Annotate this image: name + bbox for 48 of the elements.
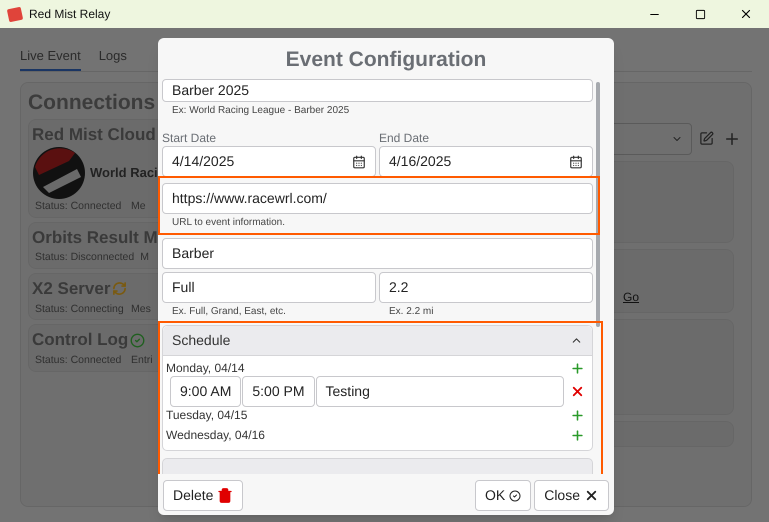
- window-title: Red Mist Relay: [29, 6, 110, 23]
- input-field[interactable]: 4/14/2025: [162, 146, 376, 177]
- check-circle-icon: [130, 332, 146, 348]
- delete-button[interactable]: Delete: [163, 480, 244, 511]
- hint-text: Ex. Full, Grand, East, etc.: [171, 305, 287, 319]
- input-field[interactable]: Barber 2025: [162, 79, 593, 102]
- input-field[interactable]: 5:00 PM: [242, 376, 315, 407]
- scrollbar[interactable]: [596, 82, 600, 327]
- input-field[interactable]: Full: [162, 272, 376, 303]
- app-logo-icon: [6, 6, 24, 22]
- maximize-icon[interactable]: [694, 8, 706, 20]
- edit-icon[interactable]: [698, 131, 714, 146]
- league-logo-icon: [33, 147, 85, 199]
- trash-icon: [217, 487, 234, 504]
- ok-button[interactable]: OK: [474, 480, 532, 511]
- status-text: Status: Disconnected: [35, 250, 134, 266]
- input-field[interactable]: 9:00 AM: [170, 376, 242, 407]
- detail-text: M: [140, 250, 149, 266]
- hint-text: Ex: World Racing League - Barber 2025: [171, 104, 350, 118]
- sync-icon: [112, 281, 128, 296]
- close-button[interactable]: Close: [534, 480, 609, 511]
- day-label: Wednesday, 04/16: [166, 427, 266, 444]
- field-label: End Date: [379, 130, 430, 146]
- dialog-title: Event Configuration: [284, 47, 488, 73]
- detail-text: Entri: [131, 352, 153, 368]
- input-field[interactable]: https://www.racewrl.com/: [162, 183, 593, 214]
- check-circle-icon: [509, 490, 522, 502]
- field-label: Start Date: [162, 130, 218, 146]
- close-icon[interactable]: [739, 7, 753, 21]
- detail-text: Mes: [131, 302, 151, 316]
- status-text: Status: Connected: [35, 199, 122, 214]
- day-label: Monday, 04/14: [166, 360, 246, 377]
- hint-text: URL to event information.: [171, 216, 286, 230]
- organization-name: World Raci: [90, 164, 158, 182]
- accordion-header[interactable]: Schedule: [163, 326, 592, 356]
- day-label: Tuesday, 04/15: [166, 407, 248, 424]
- go-link[interactable]: Go: [623, 288, 640, 306]
- status-text: Status: Connected: [35, 352, 122, 368]
- detail-text: Me: [131, 199, 146, 214]
- calendar-icon[interactable]: [352, 154, 366, 168]
- input-field[interactable]: Testing: [316, 376, 564, 407]
- close-icon: [584, 488, 599, 503]
- hint-text: Ex. 2.2 mi: [388, 305, 434, 319]
- input-field[interactable]: 2.2: [379, 272, 593, 303]
- status-text: Status: Connecting: [35, 302, 125, 316]
- input-field[interactable]: 4/16/2025: [379, 146, 593, 177]
- calendar-icon[interactable]: [569, 154, 583, 168]
- input-field[interactable]: Barber: [162, 238, 593, 269]
